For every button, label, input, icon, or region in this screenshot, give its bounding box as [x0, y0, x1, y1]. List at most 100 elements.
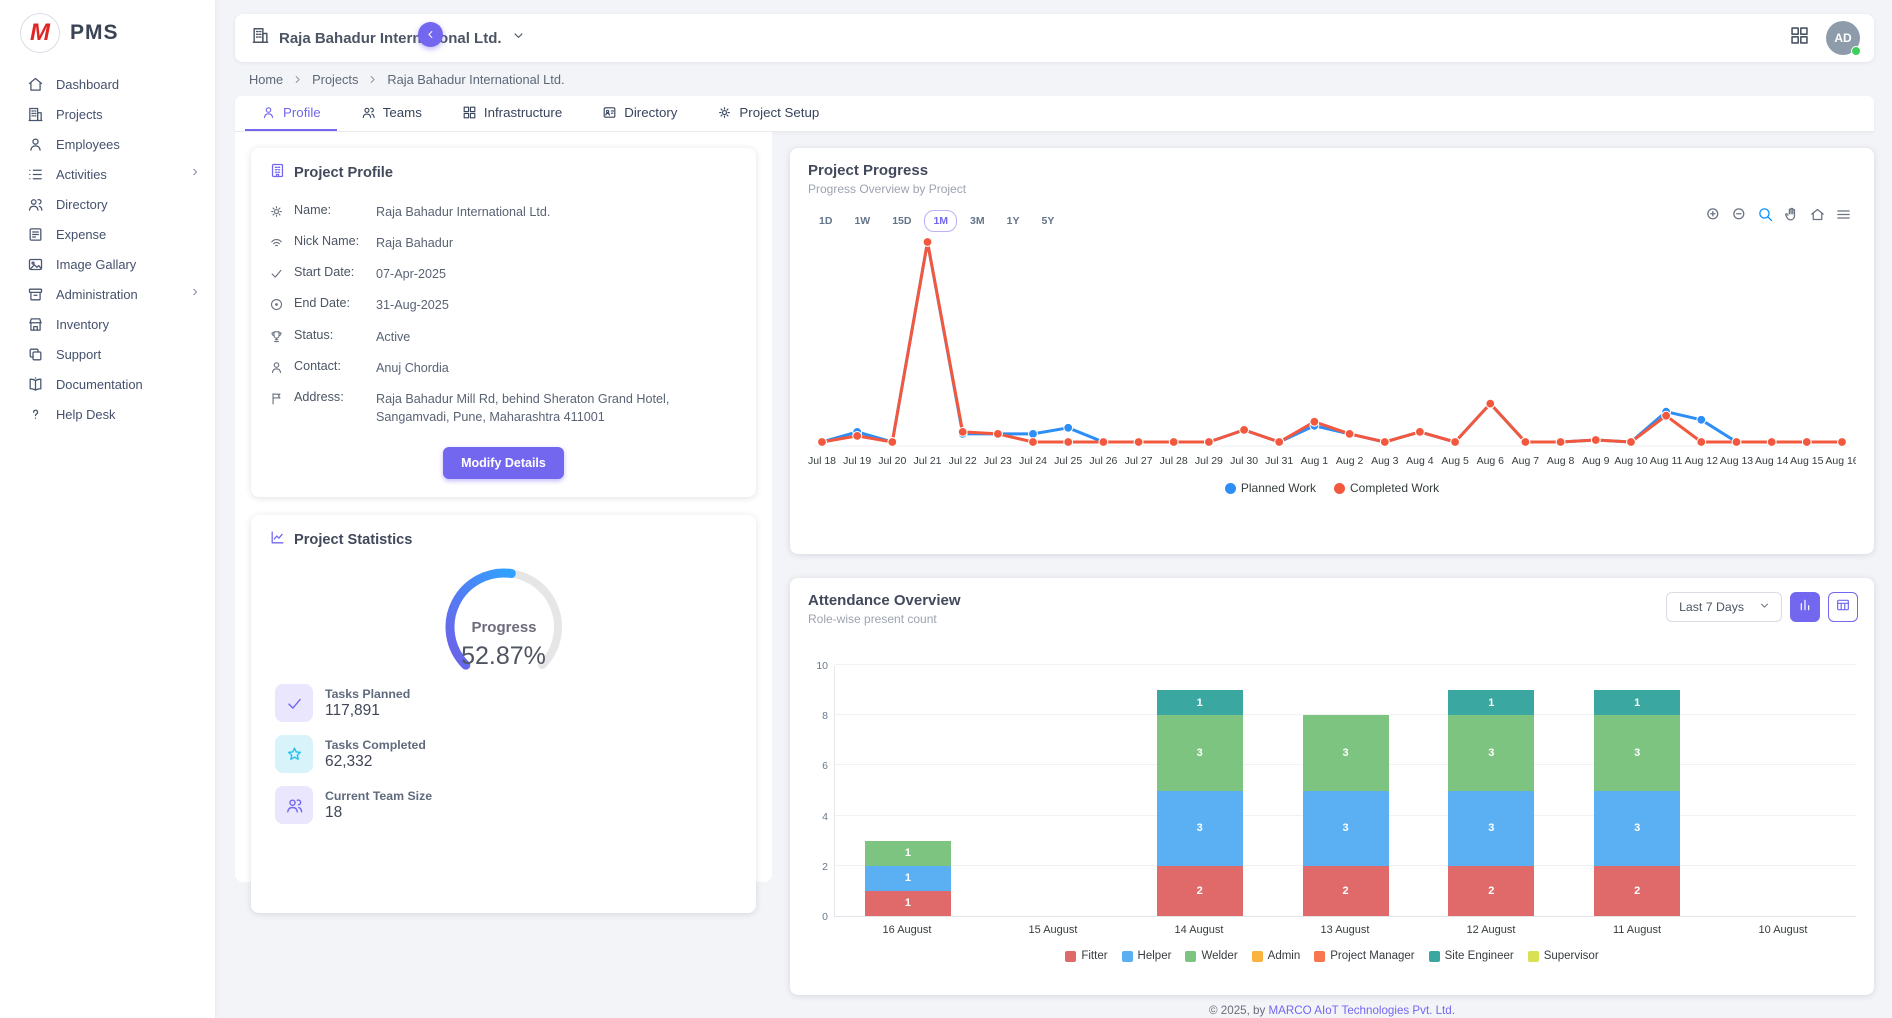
date-range-dropdown[interactable]: Last 7 Days — [1666, 592, 1782, 622]
line-chart: Jul 18Jul 19Jul 20Jul 21Jul 22Jul 23Jul … — [808, 236, 1856, 479]
legend-project-manager[interactable]: Project Manager — [1314, 950, 1414, 962]
range-button-5y[interactable]: 5Y — [1032, 210, 1063, 232]
bar-segment-welder[interactable]: 1 — [865, 841, 951, 866]
check-icon — [269, 266, 284, 281]
breadcrumb-item-projects[interactable]: Projects — [312, 72, 358, 87]
svg-text:Aug 2: Aug 2 — [1336, 455, 1364, 467]
legend-supervisor[interactable]: Supervisor — [1528, 950, 1599, 962]
sidebar-item-documentation[interactable]: Documentation — [0, 369, 215, 399]
footer-copyright: © 2025, by — [1209, 1004, 1268, 1017]
brand-logo[interactable]: M PMS — [0, 0, 215, 69]
pan-button[interactable] — [1783, 206, 1800, 228]
bar-segment-site-engineer[interactable]: 1 — [1157, 690, 1243, 715]
bar-16-august: 111 — [865, 841, 951, 916]
breadcrumb-item-raja-bahadur-international-ltd-[interactable]: Raja Bahadur International Ltd. — [387, 72, 564, 87]
profile-field-status-: Status:Active — [269, 321, 738, 352]
svg-text:Jul 25: Jul 25 — [1054, 455, 1082, 467]
header-actions: AD — [1789, 21, 1860, 55]
modify-details-button[interactable]: Modify Details — [443, 447, 564, 479]
bar-segment-welder[interactable]: 3 — [1303, 715, 1389, 790]
legend-fitter[interactable]: Fitter — [1065, 950, 1107, 962]
svg-text:Jul 24: Jul 24 — [1019, 455, 1047, 467]
chevron-right-icon — [189, 166, 201, 178]
legend-helper[interactable]: Helper — [1122, 950, 1172, 962]
sidebar-item-support[interactable]: Support — [0, 339, 215, 369]
bar-segment-helper[interactable]: 3 — [1157, 791, 1243, 866]
range-button-15d[interactable]: 15D — [883, 210, 920, 232]
content-row: Project Profile Name:Raja Bahadur Intern… — [235, 132, 1874, 1018]
bar-segment-fitter[interactable]: 2 — [1594, 866, 1680, 916]
zoom-in-button[interactable] — [1705, 206, 1722, 228]
bar-segment-welder[interactable]: 3 — [1448, 715, 1534, 790]
bar-12-august: 2331 — [1448, 690, 1534, 916]
svg-text:Aug 5: Aug 5 — [1441, 455, 1469, 467]
tab-directory[interactable]: Directory — [586, 96, 693, 131]
breadcrumb-item-home[interactable]: Home — [249, 72, 283, 87]
x-label-13-august: 13 August — [1272, 917, 1418, 936]
reset-zoom-button[interactable] — [1809, 206, 1826, 228]
table-icon — [1835, 597, 1851, 618]
legend-planned-work[interactable]: Planned Work — [1225, 481, 1316, 495]
range-button-3m[interactable]: 3M — [961, 210, 994, 232]
bar-segment-fitter[interactable]: 1 — [865, 891, 951, 916]
tab-project-setup[interactable]: Project Setup — [701, 96, 835, 131]
sidebar-item-activities[interactable]: Activities — [0, 159, 215, 189]
project-profile-header: Project Profile — [269, 162, 738, 184]
sidebar-item-help-desk[interactable]: Help Desk — [0, 399, 215, 429]
zoom-out-button[interactable] — [1731, 206, 1748, 228]
range-button-1w[interactable]: 1W — [845, 210, 879, 232]
building-icon — [251, 26, 270, 45]
stat-tasks-completed: Tasks Completed62,332 — [275, 735, 738, 773]
apps-grid-button[interactable] — [1789, 25, 1810, 51]
svg-text:Jul 18: Jul 18 — [808, 455, 836, 467]
sidebar-collapse-button[interactable] — [418, 22, 443, 47]
sidebar-item-projects[interactable]: Projects — [0, 99, 215, 129]
range-button-1m[interactable]: 1M — [924, 210, 957, 232]
selection-zoom-button[interactable] — [1757, 206, 1774, 228]
range-button-1y[interactable]: 1Y — [998, 210, 1029, 232]
legend-completed-work[interactable]: Completed Work — [1334, 481, 1439, 495]
table-view-button[interactable] — [1828, 592, 1858, 622]
tab-infrastructure[interactable]: Infrastructure — [446, 96, 578, 131]
chevron-down-icon — [1758, 599, 1771, 615]
sidebar-item-directory[interactable]: Directory — [0, 189, 215, 219]
reset-zoom-icon — [1809, 206, 1826, 223]
sidebar-item-dashboard[interactable]: Dashboard — [0, 69, 215, 99]
legend-admin[interactable]: Admin — [1252, 950, 1301, 962]
home-icon — [27, 76, 44, 93]
sidebar-item-expense[interactable]: Expense — [0, 219, 215, 249]
progress-card-title: Project Progress — [808, 162, 1856, 179]
user-avatar[interactable]: AD — [1826, 21, 1860, 55]
legend-welder[interactable]: Welder — [1185, 950, 1237, 962]
sidebar-item-employees[interactable]: Employees — [0, 129, 215, 159]
waves-icon — [269, 235, 284, 250]
tab-profile[interactable]: Profile — [245, 96, 337, 131]
bar-segment-site-engineer[interactable]: 1 — [1448, 690, 1534, 715]
chevron-right-icon — [189, 286, 201, 298]
svg-text:Aug 16: Aug 16 — [1825, 455, 1856, 467]
bar-segment-site-engineer[interactable]: 1 — [1594, 690, 1680, 715]
footer-company-link[interactable]: MARCO AIoT Technologies Pvt. Ltd. — [1269, 1004, 1455, 1017]
sidebar-item-inventory[interactable]: Inventory — [0, 309, 215, 339]
bar-segment-fitter[interactable]: 2 — [1303, 866, 1389, 916]
check-icon — [285, 694, 304, 713]
menu-button[interactable] — [1835, 206, 1852, 228]
progress-gauge: Progress 52.87% — [269, 563, 738, 671]
tab-teams[interactable]: Teams — [345, 96, 438, 131]
sidebar-item-administration[interactable]: Administration — [0, 279, 215, 309]
bar-view-button[interactable] — [1790, 592, 1820, 622]
bar-segment-fitter[interactable]: 2 — [1157, 866, 1243, 916]
range-button-1d[interactable]: 1D — [810, 210, 841, 232]
legend-site-engineer[interactable]: Site Engineer — [1429, 950, 1514, 962]
bar-segment-fitter[interactable]: 2 — [1448, 866, 1534, 916]
project-selector[interactable]: Raja Bahadur International Ltd. — [251, 26, 526, 50]
sidebar-item-image-gallary[interactable]: Image Gallary — [0, 249, 215, 279]
profile-field-name-: Name:Raja Bahadur International Ltd. — [269, 196, 738, 227]
bar-segment-helper[interactable]: 3 — [1448, 791, 1534, 866]
bar-segment-welder[interactable]: 3 — [1594, 715, 1680, 790]
profile-field-end-date-: End Date:31-Aug-2025 — [269, 290, 738, 321]
bar-segment-helper[interactable]: 1 — [865, 866, 951, 891]
bar-segment-helper[interactable]: 3 — [1594, 791, 1680, 866]
bar-segment-welder[interactable]: 3 — [1157, 715, 1243, 790]
bar-segment-helper[interactable]: 3 — [1303, 791, 1389, 866]
